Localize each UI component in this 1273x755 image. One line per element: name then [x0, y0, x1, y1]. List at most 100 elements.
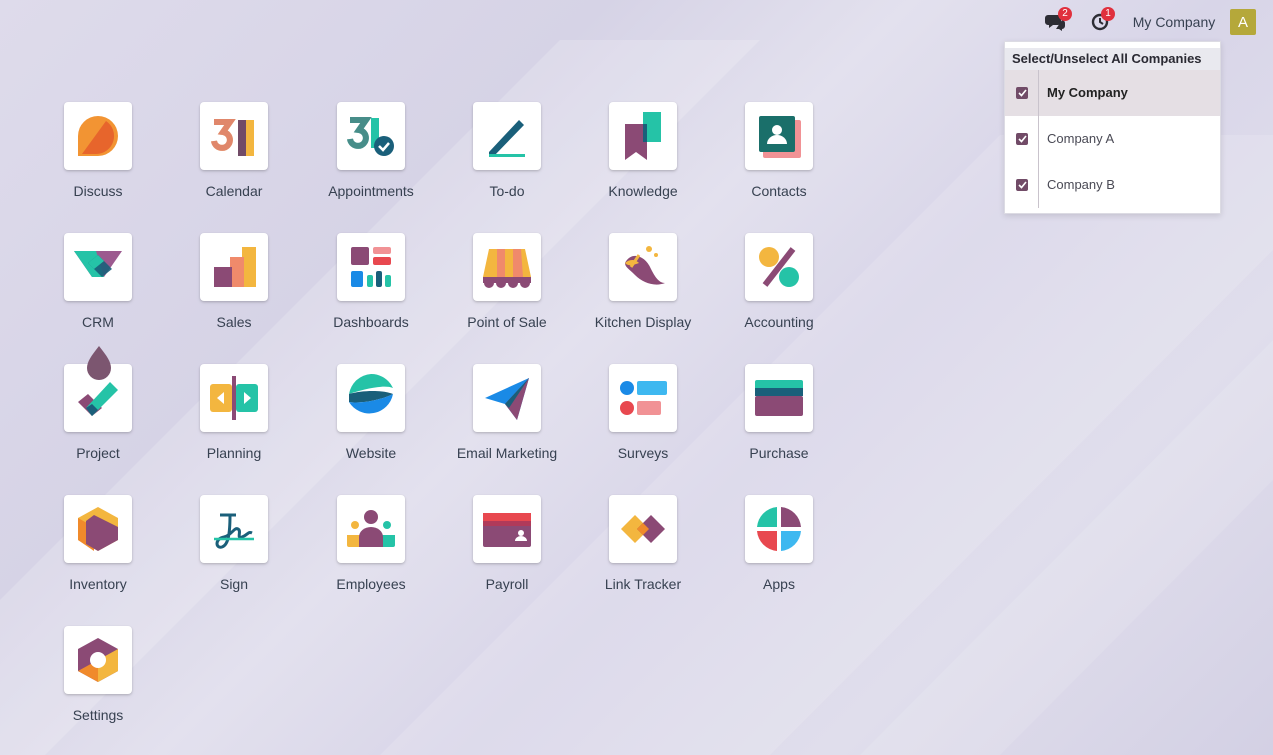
app-sign[interactable]: Sign	[174, 495, 294, 605]
app-sales[interactable]: Sales	[174, 233, 294, 343]
company-option-company-b[interactable]: Company B	[1005, 162, 1220, 208]
contacts-icon	[759, 116, 801, 158]
app-label: Email Marketing	[456, 445, 558, 461]
app-label: Planning	[206, 445, 262, 461]
app-label: CRM	[82, 314, 114, 330]
activities-button[interactable]: 1	[1085, 7, 1115, 36]
app-discuss[interactable]: Discuss	[38, 102, 158, 212]
checkbox-checked-icon[interactable]	[1016, 87, 1028, 99]
surveys-icon	[620, 381, 667, 415]
inventory-icon	[78, 507, 118, 551]
company-option-my-company[interactable]: My Company	[1005, 70, 1220, 116]
app-tile[interactable]	[200, 495, 268, 563]
discuss-icon	[78, 116, 118, 156]
select-all-companies-toggle[interactable]: Select/Unselect All Companies	[1005, 48, 1220, 70]
app-link-tracker[interactable]: Link Tracker	[583, 495, 703, 605]
app-tile[interactable]	[609, 364, 677, 432]
app-tile[interactable]	[337, 233, 405, 301]
app-tile[interactable]	[473, 495, 541, 563]
app-tile[interactable]	[745, 495, 813, 563]
app-tile[interactable]	[200, 233, 268, 301]
sales-icon	[214, 247, 256, 287]
app-calendar[interactable]: Calendar	[174, 102, 294, 212]
app-email-marketing[interactable]: Email Marketing	[447, 364, 567, 474]
app-label: Settings	[72, 707, 124, 723]
app-tile[interactable]	[337, 495, 405, 563]
drag-handle-icon[interactable]	[85, 346, 113, 382]
app-employees[interactable]: Employees	[311, 495, 431, 605]
app-tile[interactable]	[337, 364, 405, 432]
app-tile[interactable]	[337, 102, 405, 170]
point-of-sale-icon	[483, 249, 531, 288]
app-label: Calendar	[205, 183, 263, 199]
checkbox-checked-icon[interactable]	[1016, 133, 1028, 145]
app-website[interactable]: Website	[311, 364, 431, 474]
app-point-of-sale[interactable]: Point of Sale	[447, 233, 567, 343]
app-crm[interactable]: CRM	[38, 233, 158, 343]
avatar-letter: A	[1237, 13, 1248, 31]
app-tile[interactable]	[745, 364, 813, 432]
app-label: Website	[345, 445, 397, 461]
app-tile[interactable]	[609, 495, 677, 563]
link-tracker-icon	[621, 515, 665, 543]
app-label: Dashboards	[333, 314, 409, 330]
app-dashboards[interactable]: Dashboards	[311, 233, 431, 343]
divider	[1038, 70, 1039, 116]
divider	[1038, 116, 1039, 162]
knowledge-icon	[625, 112, 661, 160]
company-switcher[interactable]: My Company	[1126, 8, 1222, 36]
app-label: Knowledge	[608, 183, 678, 199]
app-knowledge[interactable]: Knowledge	[583, 102, 703, 212]
app-tile[interactable]	[200, 364, 268, 432]
avatar[interactable]: A	[1230, 9, 1256, 35]
app-appointments[interactable]: Appointments	[311, 102, 431, 212]
kitchen-display-icon	[625, 246, 665, 285]
company-dropdown: Select/Unselect All Companies My Company…	[1004, 41, 1221, 214]
app-payroll[interactable]: Payroll	[447, 495, 567, 605]
app-label: Apps	[763, 576, 795, 592]
company-option-label: Company A	[1047, 131, 1115, 146]
planning-icon	[210, 376, 258, 420]
app-tile[interactable]	[200, 102, 268, 170]
app-inventory[interactable]: Inventory	[38, 495, 158, 605]
app-tile[interactable]	[609, 102, 677, 170]
app-label: Surveys	[617, 445, 669, 461]
company-option-company-a[interactable]: Company A	[1005, 116, 1220, 162]
app-label: Sales	[216, 314, 252, 330]
messages-badge: 2	[1058, 7, 1072, 21]
checkbox-checked-icon[interactable]	[1016, 179, 1028, 191]
app-tile[interactable]	[64, 233, 132, 301]
accounting-icon	[759, 247, 799, 287]
app-tile[interactable]	[473, 102, 541, 170]
app-kitchen-display[interactable]: Kitchen Display	[583, 233, 703, 343]
app-tile[interactable]	[473, 364, 541, 432]
app-tile[interactable]	[64, 102, 132, 170]
app-label: Link Tracker	[604, 576, 682, 592]
app-planning[interactable]: Planning	[174, 364, 294, 474]
app-tile[interactable]	[745, 233, 813, 301]
app-label: Purchase	[749, 445, 809, 461]
sign-icon	[214, 513, 254, 549]
divider	[1038, 162, 1039, 208]
app-tile[interactable]	[745, 102, 813, 170]
app-settings[interactable]: Settings	[38, 626, 158, 736]
app-tile[interactable]	[64, 626, 132, 694]
app-tile[interactable]	[609, 233, 677, 301]
app-tile[interactable]	[64, 495, 132, 563]
app-contacts[interactable]: Contacts	[719, 102, 839, 212]
app-todo[interactable]: To-do	[447, 102, 567, 212]
app-tile[interactable]	[473, 233, 541, 301]
app-label: Payroll	[485, 576, 529, 592]
app-purchase[interactable]: Purchase	[719, 364, 839, 474]
settings-icon	[78, 638, 118, 682]
app-apps[interactable]: Apps	[719, 495, 839, 605]
purchase-icon	[755, 380, 803, 416]
messages-button[interactable]: 2	[1040, 7, 1072, 36]
app-surveys[interactable]: Surveys	[583, 364, 703, 474]
dashboards-icon	[351, 247, 391, 287]
app-label: Employees	[336, 576, 406, 592]
website-icon	[349, 374, 393, 414]
company-option-label: Company B	[1047, 177, 1115, 192]
app-accounting[interactable]: Accounting	[719, 233, 839, 343]
employees-icon	[347, 510, 395, 547]
